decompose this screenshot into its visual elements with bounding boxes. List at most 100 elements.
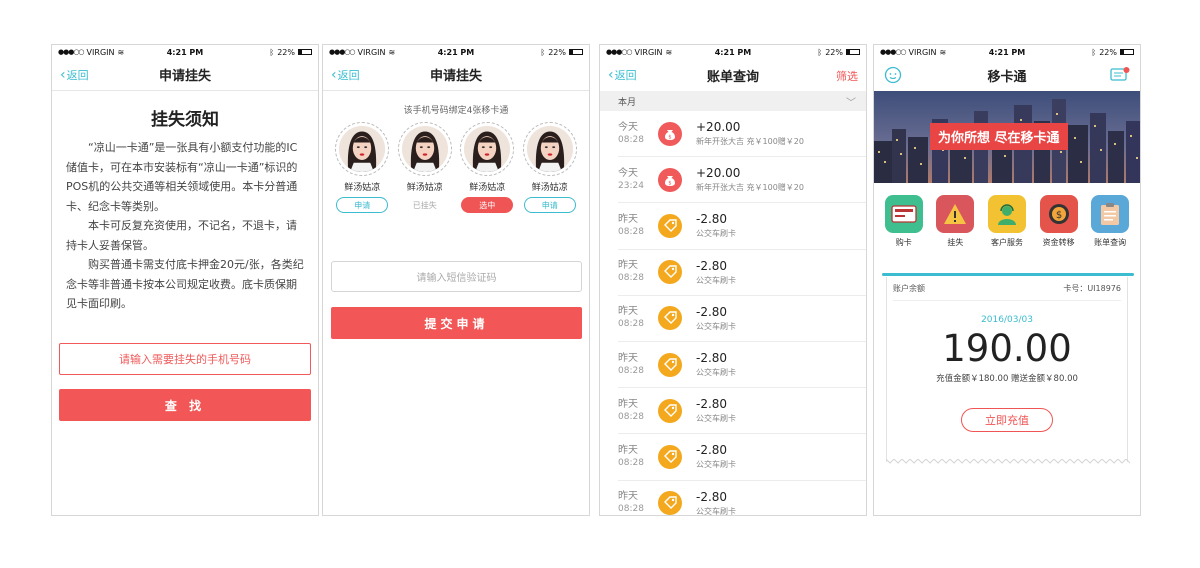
page-title: 账单查询 [706, 69, 759, 85]
card-icon [884, 195, 923, 233]
txn-amount: -2.80 [696, 443, 728, 458]
transaction-row[interactable]: 今天 23:24 $ +20.00 新年开张大吉 充￥100赠￥20 [618, 157, 866, 204]
ticket-edge-bottom [886, 459, 1130, 464]
status-time: 4:21 PM [714, 47, 752, 57]
grid-item-customer-service[interactable]: 客户服务 [982, 195, 1032, 248]
signal-icon: ●●●○○ [58, 48, 85, 56]
card-name: 鲜汤姑凉 [406, 183, 443, 193]
grid-label: 购卡 [895, 238, 912, 247]
grid-item-buy-card[interactable]: 购卡 [879, 195, 929, 248]
txn-description: 公交车刷卡 [696, 368, 736, 378]
tag-icon [658, 260, 682, 285]
txn-description: 公交车刷卡 [696, 414, 736, 424]
sms-code-input[interactable]: 请输入短信验证码 [331, 261, 582, 292]
txn-time: 08:28 [618, 134, 644, 145]
card-selected-button[interactable]: 选中 [461, 197, 514, 213]
transaction-row[interactable]: 昨天 08:28 -2.80 公交车刷卡 [618, 203, 866, 250]
status-bar: ●●●○○ VIRGIN ≋ 4:21 PM ᛒ 22% [52, 45, 318, 59]
warning-icon [936, 195, 975, 233]
tag-icon [658, 306, 682, 331]
search-button[interactable]: 查 找 [59, 389, 311, 421]
account-balance-card: 账户余额 卡号：UI18976 2016/03/03 190.00 充值金额￥1… [886, 277, 1128, 462]
phone-number-input[interactable]: 请输入需要挂失的手机号码 [59, 343, 311, 375]
tag-icon [658, 491, 682, 515]
submit-button[interactable]: 提交申请 [331, 307, 582, 339]
promo-banner[interactable]: 为你所想 尽在移卡通 [874, 91, 1140, 183]
tag-icon [658, 398, 682, 423]
card-avatar [460, 122, 515, 176]
txn-amount: +20.00 [696, 166, 741, 181]
back-button[interactable]: ‹ 返回 [608, 67, 637, 83]
input-placeholder: 请输入需要挂失的手机号码 [119, 353, 251, 366]
chevron-down-icon: ﹀ [846, 97, 856, 109]
battery-icon [297, 49, 312, 55]
txn-description: 公交车刷卡 [696, 506, 736, 516]
tag-icon [658, 352, 682, 377]
grid-item-bill-query[interactable]: 账单查询 [1085, 195, 1135, 248]
txn-description: 新年开张大吉 充￥100赠￥20 [696, 183, 804, 193]
balance-breakdown: 充值金额￥180.00 赠送金额￥80.00 [936, 374, 1078, 384]
card-apply-button[interactable]: 申请 [523, 197, 576, 213]
card-number: 卡号：UI18976 [1063, 284, 1121, 293]
transaction-row[interactable]: 昨天 08:28 -2.80 公交车刷卡 [618, 388, 866, 435]
status-time: 4:21 PM [437, 47, 475, 57]
txn-day: 昨天 [618, 352, 638, 364]
carrier-label: VIRGIN [634, 47, 663, 57]
card-list: 鲜汤姑凉 申请 鲜汤姑凉 已挂失 鲜汤姑凉 选中 鲜汤姑凉 申请 [323, 122, 589, 213]
notice-paragraph: “凉山一卡通”是一张具有小额支付功能的IC储值卡，可在本市安装标有“凉山一卡通”… [66, 141, 298, 213]
transaction-row[interactable]: 昨天 08:28 -2.80 公交车刷卡 [618, 250, 866, 296]
money-bag-icon: $ [658, 121, 682, 146]
recharge-button[interactable]: 立即充值 [961, 408, 1053, 432]
phone-screen-home: ●●●○○ VIRGIN ≋ 4:21 PM ᛒ 22% 移卡通 为你所想 尽在… [873, 44, 1141, 516]
grid-label: 账单查询 [1094, 238, 1127, 247]
txn-time: 08:28 [618, 226, 644, 237]
txn-date: 昨天 08:28 [618, 399, 658, 423]
txn-day: 昨天 [618, 306, 638, 318]
month-selector[interactable]: 本月 ﹀ [600, 91, 866, 111]
chevron-left-icon: ‹ [60, 67, 66, 83]
wifi-icon: ≋ [388, 47, 396, 57]
grid-item-fund-transfer[interactable]: $ 资金转移 [1034, 195, 1084, 248]
txn-day: 今天 [618, 167, 638, 179]
battery-icon [845, 49, 860, 55]
transaction-row[interactable]: 昨天 08:28 -2.80 公交车刷卡 [618, 481, 866, 516]
transaction-row[interactable]: 今天 08:28 $ +20.00 新年开张大吉 充￥100赠￥20 [618, 111, 866, 158]
transaction-row[interactable]: 昨天 08:28 -2.80 公交车刷卡 [618, 434, 866, 481]
clipboard-icon [1091, 195, 1130, 233]
page-title: 申请挂失 [158, 69, 211, 84]
card-item[interactable]: 鲜汤姑凉 选中 [457, 122, 517, 213]
grid-item-report-loss[interactable]: 挂失 [930, 195, 980, 248]
grid-label: 客户服务 [990, 238, 1023, 247]
card-item[interactable]: 鲜汤姑凉 已挂失 [395, 122, 455, 213]
transaction-row[interactable]: 昨天 08:28 -2.80 公交车刷卡 [618, 342, 866, 389]
txn-amount: -2.80 [696, 258, 728, 273]
txn-time: 23:24 [618, 180, 644, 191]
page-title: 移卡通 [987, 69, 1027, 85]
filter-button[interactable]: 筛选 [836, 68, 858, 84]
profile-icon[interactable] [884, 66, 902, 88]
back-label: 返回 [337, 69, 360, 82]
card-name: 鲜汤姑凉 [344, 183, 381, 193]
divider [893, 300, 1121, 301]
bluetooth-icon: ᛒ [269, 47, 275, 57]
back-button[interactable]: ‹ 返回 [331, 67, 360, 83]
card-item[interactable]: 鲜汤姑凉 申请 [332, 122, 392, 213]
txn-description: 新年开张大吉 充￥100赠￥20 [696, 137, 804, 147]
signal-icon: ●●●○○ [606, 48, 633, 56]
chevron-left-icon: ‹ [608, 67, 614, 83]
back-button[interactable]: ‹ 返回 [60, 67, 89, 83]
battery-percent: 22% [1099, 47, 1117, 57]
card-apply-button[interactable]: 申请 [336, 197, 389, 213]
txn-description: 公交车刷卡 [696, 229, 736, 239]
txn-date: 昨天 08:28 [618, 353, 658, 377]
transaction-row[interactable]: 昨天 08:28 -2.80 公交车刷卡 [618, 296, 866, 342]
balance-amount: 190.00 [942, 327, 1072, 370]
message-icon[interactable] [1110, 67, 1130, 87]
txn-date: 昨天 08:28 [618, 445, 658, 469]
txn-description: 公交车刷卡 [696, 275, 736, 285]
txn-date: 昨天 08:28 [618, 306, 658, 330]
card-item[interactable]: 鲜汤姑凉 申请 [520, 122, 580, 213]
txn-amount: -2.80 [696, 397, 728, 412]
card-lost-status: 已挂失 [412, 200, 437, 210]
battery-percent: 22% [548, 47, 566, 57]
